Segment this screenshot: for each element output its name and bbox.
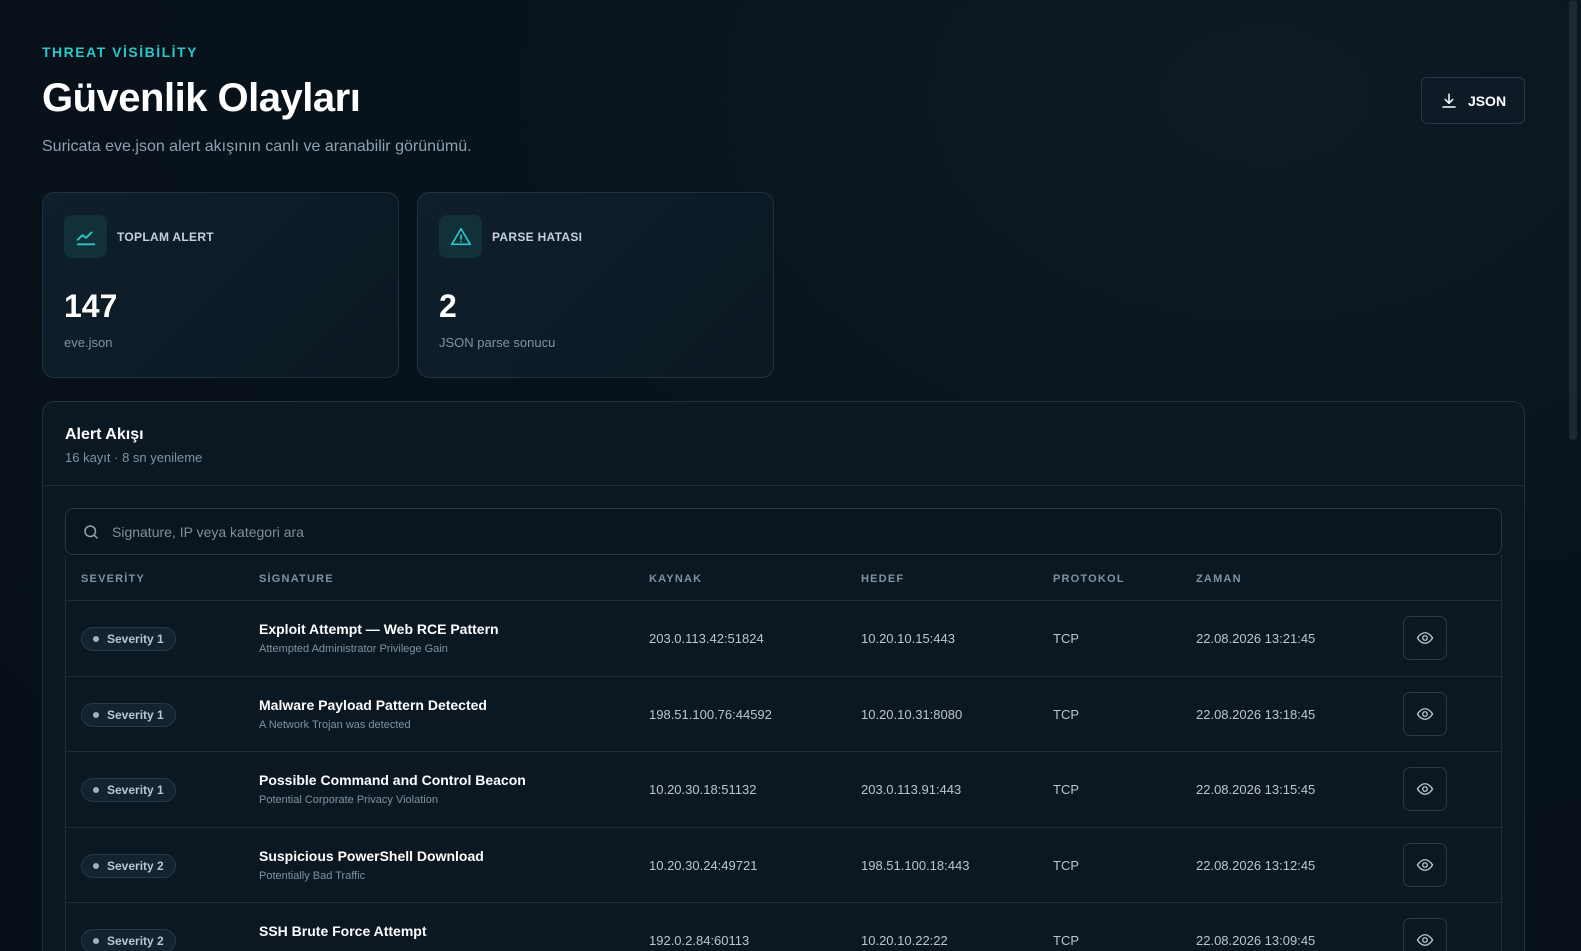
severity-dot-icon: [93, 862, 99, 869]
view-details-button[interactable]: [1403, 918, 1447, 951]
column-header-source[interactable]: KAYNAK: [649, 573, 702, 585]
timestamp: 22.08.2026 13:18:45: [1196, 706, 1316, 722]
timestamp: 22.08.2026 13:15:45: [1196, 782, 1316, 797]
destination-address: 10.20.10.15:443: [861, 631, 955, 646]
column-header-severity[interactable]: SEVERİTY: [81, 573, 145, 585]
signature-category: Attempted Administrator Privilege Gain: [259, 643, 448, 655]
table-row[interactable]: Severity 1 Exploit Attempt — Web RCE Pat…: [66, 601, 1501, 677]
severity-label: Severity 2: [107, 858, 164, 873]
severity-badge: Severity 2: [81, 929, 176, 951]
trend-line-icon: [64, 215, 107, 258]
timestamp: 22.08.2026 13:12:45: [1196, 857, 1316, 873]
stat-value: 147: [64, 288, 118, 324]
column-header-protocol[interactable]: PROTOKOL: [1053, 573, 1125, 585]
severity-dot-icon: [93, 636, 99, 642]
protocol: TCP: [1053, 857, 1079, 873]
source-address: 203.0.113.42:51824: [649, 631, 764, 646]
destination-address: 198.51.100.18:443: [861, 857, 970, 873]
alert-stream-panel: Alert Akışı 16 kayıt · 8 sn yenileme SEV…: [42, 401, 1525, 951]
destination-address: 10.20.10.22:22: [861, 933, 948, 948]
table-header: SEVERİTY SİGNATURE KAYNAK HEDEF PROTOKOL…: [66, 555, 1501, 601]
protocol: TCP: [1053, 933, 1079, 948]
severity-label: Severity 1: [107, 632, 164, 646]
signature-category: Potential Corporate Privacy Violation: [259, 794, 438, 806]
protocol: TCP: [1053, 631, 1079, 646]
page-title: Güvenlik Olayları: [42, 76, 361, 120]
panel-subtitle: 16 kayıt · 8 sn yenileme: [65, 450, 203, 465]
view-details-button[interactable]: [1403, 842, 1447, 887]
search-icon: [84, 524, 98, 539]
column-header-destination[interactable]: HEDEF: [861, 573, 904, 585]
signature-category: A Network Trojan was detected: [259, 718, 411, 731]
severity-dot-icon: [93, 711, 99, 718]
protocol: TCP: [1053, 782, 1079, 797]
severity-label: Severity 1: [107, 707, 164, 722]
severity-dot-icon: [93, 787, 99, 793]
signature-name: Suspicious PowerShell Download: [259, 847, 484, 864]
eye-icon: [1416, 934, 1434, 946]
severity-dot-icon: [93, 938, 99, 944]
panel-title: Alert Akışı: [65, 426, 144, 443]
view-details-button[interactable]: [1403, 767, 1447, 811]
signature-category: Potentially Bad Traffic: [259, 869, 366, 882]
search-input[interactable]: [112, 523, 1501, 540]
stat-card-total-alert: TOPLAM ALERT 147 eve.json: [42, 192, 399, 378]
stat-caption: JSON parse sonucu: [439, 335, 556, 350]
view-details-button[interactable]: [1403, 691, 1447, 736]
panel-header: Alert Akışı 16 kayıt · 8 sn yenileme: [43, 402, 1524, 486]
severity-badge: Severity 1: [81, 627, 176, 651]
page-scrollbar[interactable]: [1569, 0, 1577, 440]
signature-name: SSH Brute Force Attempt: [259, 923, 427, 939]
severity-badge: Severity 1: [81, 702, 176, 727]
source-address: 192.0.2.84:60113: [649, 933, 750, 948]
stat-label: TOPLAM ALERT: [117, 230, 214, 244]
stat-caption: eve.json: [64, 335, 113, 350]
severity-badge: Severity 1: [81, 778, 176, 802]
signature-name: Malware Payload Pattern Detected: [259, 696, 487, 713]
timestamp: 22.08.2026 13:21:45: [1196, 631, 1316, 646]
protocol: TCP: [1053, 706, 1079, 722]
timestamp: 22.08.2026 13:09:45: [1196, 933, 1316, 948]
download-icon: [1442, 93, 1456, 108]
source-address: 198.51.100.76:44592: [649, 706, 772, 722]
severity-label: Severity 1: [107, 783, 164, 797]
search-bar: [65, 508, 1502, 555]
view-details-button[interactable]: [1403, 616, 1447, 660]
page-subtitle: Suricata eve.json alert akışının canlı v…: [42, 138, 472, 155]
source-address: 10.20.30.18:51132: [649, 782, 757, 797]
eye-icon: [1416, 632, 1434, 644]
export-json-button[interactable]: JSON: [1421, 77, 1525, 124]
eye-icon: [1416, 783, 1434, 795]
table-row[interactable]: Severity 2 SSH Brute Force Attempt 192.0…: [66, 903, 1501, 951]
destination-address: 203.0.113.91:443: [861, 782, 962, 797]
warning-triangle-icon: [439, 215, 482, 258]
table-row[interactable]: Severity 2 Suspicious PowerShell Downloa…: [66, 828, 1501, 903]
severity-label: Severity 2: [107, 934, 164, 948]
stat-label: PARSE HATASI: [492, 230, 583, 244]
alerts-table: SEVERİTY SİGNATURE KAYNAK HEDEF PROTOKOL…: [65, 555, 1502, 951]
destination-address: 10.20.10.31:8080: [861, 706, 963, 722]
source-address: 10.20.30.24:49721: [649, 857, 758, 873]
page-eyebrow: THREAT VİSİBİLİTY: [42, 44, 198, 60]
table-row[interactable]: Severity 1 Possible Command and Control …: [66, 752, 1501, 828]
signature-name: Exploit Attempt — Web RCE Pattern: [259, 621, 499, 637]
export-json-label: JSON: [1467, 92, 1507, 109]
stat-value: 2: [439, 288, 457, 324]
eye-icon: [1416, 707, 1434, 720]
eye-icon: [1416, 858, 1434, 871]
column-header-time[interactable]: ZAMAN: [1196, 573, 1242, 585]
stat-card-parse-error: PARSE HATASI 2 JSON parse sonucu: [417, 192, 774, 378]
signature-name: Possible Command and Control Beacon: [259, 772, 526, 788]
table-row[interactable]: Severity 1 Malware Payload Pattern Detec…: [66, 677, 1501, 752]
severity-badge: Severity 2: [81, 853, 176, 878]
column-header-signature[interactable]: SİGNATURE: [259, 573, 334, 585]
